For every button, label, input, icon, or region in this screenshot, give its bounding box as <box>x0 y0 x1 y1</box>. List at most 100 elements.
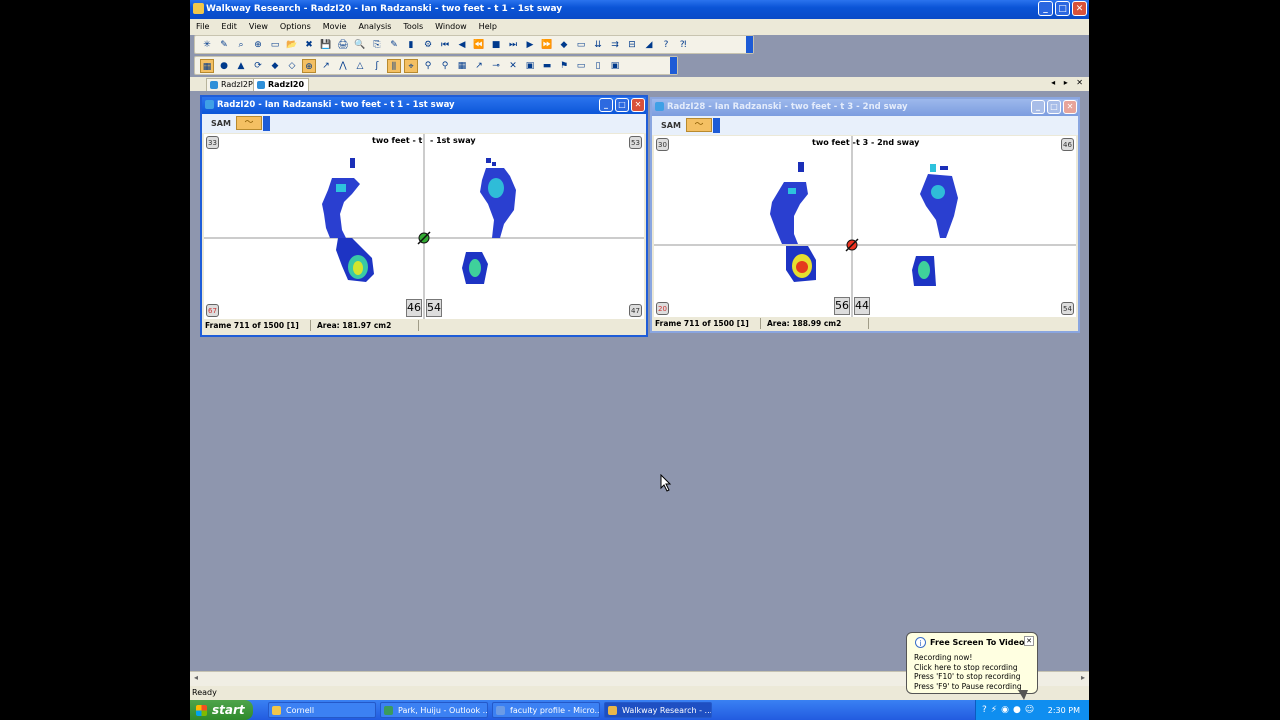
toolbar-grip[interactable] <box>713 118 720 133</box>
toolbar-button-4[interactable]: ⟳ <box>251 59 265 73</box>
toolbar-grip[interactable] <box>670 57 677 74</box>
minimize-button[interactable]: _ <box>1038 1 1053 16</box>
toolbar-button-5[interactable]: ◆ <box>268 59 282 73</box>
toolbar-button-3[interactable]: ⌕ <box>234 38 248 52</box>
maximize-button[interactable]: □ <box>1047 100 1061 114</box>
menu-help[interactable]: Help <box>473 19 503 35</box>
toolbar-button-29[interactable]: ⁈ <box>676 38 690 52</box>
toolbar-button-22[interactable]: ◆ <box>557 38 571 52</box>
menu-options[interactable]: Options <box>274 19 317 35</box>
toolbar-grip[interactable] <box>746 36 753 53</box>
center-of-pressure-marker[interactable] <box>845 238 859 252</box>
pressure-window-1[interactable]: RadzI20 - Ian Radzanski - two feet - t 1… <box>200 95 648 337</box>
close-button[interactable]: ✕ <box>631 98 645 112</box>
toolbar-button-20[interactable]: ▶ <box>523 38 537 52</box>
scroll-right-arrow[interactable]: ▸ <box>1081 673 1085 682</box>
toolbar-button-14[interactable]: ⚲ <box>421 59 435 73</box>
toolbar-button-14[interactable]: ⚙ <box>421 38 435 52</box>
close-icon[interactable]: ✕ <box>1024 636 1034 646</box>
toolbar-button-8[interactable]: 💾 <box>319 38 333 52</box>
center-of-pressure-marker[interactable] <box>417 231 431 245</box>
toolbar-button-7[interactable]: ✖ <box>302 38 316 52</box>
toolbar-button-23[interactable]: ▭ <box>574 59 588 73</box>
toolbar-button-26[interactable]: ⊟ <box>625 38 639 52</box>
toolbar-button-11[interactable]: ⎘ <box>370 38 384 52</box>
pressure-map[interactable]: two feet - t - 1st sway 33 53 67 47 46 5… <box>204 134 644 319</box>
menu-window[interactable]: Window <box>429 19 473 35</box>
menu-analysis[interactable]: Analysis <box>352 19 397 35</box>
toolbar-button-9[interactable]: 🖨 <box>336 38 350 52</box>
toolbar-button-2[interactable]: ● <box>217 59 231 73</box>
toolbar-button-21[interactable]: ▬ <box>540 59 554 73</box>
tray-icons[interactable]: ?⚡◉●☺ <box>982 705 1038 715</box>
toolbar-grip[interactable] <box>263 116 270 131</box>
toolbar-button-16[interactable]: ▦ <box>455 59 469 73</box>
close-button[interactable]: ✕ <box>1072 1 1087 16</box>
toolbar-button-13[interactable]: ▮ <box>404 38 418 52</box>
menu-movie[interactable]: Movie <box>317 19 353 35</box>
recording-notification[interactable]: i Free Screen To Video ✕ Recording now! … <box>906 632 1038 694</box>
scroll-left-arrow[interactable]: ◂ <box>194 673 198 682</box>
waveform-button[interactable]: 〜 <box>236 116 262 130</box>
toolbar-button-24[interactable]: ▯ <box>591 59 605 73</box>
maximize-button[interactable]: □ <box>1055 1 1070 16</box>
pressure-map[interactable]: two feet - t 3 - 2nd sway 30 46 20 54 56… <box>654 136 1076 317</box>
start-button[interactable]: start <box>190 700 253 720</box>
taskbar-item-cornell[interactable]: Cornell <box>268 702 376 718</box>
toolbar-button-8[interactable]: ↗ <box>319 59 333 73</box>
tab-radzi20[interactable]: RadzI20 <box>253 78 310 91</box>
sam-button[interactable]: SAM <box>657 118 685 133</box>
tab-radzi2p[interactable]: RadzI2P <box>206 78 258 91</box>
toolbar-button-7[interactable]: ⊕ <box>302 58 316 73</box>
taskbar-item-word[interactable]: faculty profile - Micro... <box>492 702 600 718</box>
toolbar-button-19[interactable]: ⏭ <box>506 38 520 52</box>
toolbar-button-16[interactable]: ◀ <box>455 38 469 52</box>
toolbar-button-6[interactable]: ◇ <box>285 59 299 73</box>
toolbar-button-15[interactable]: ⚲ <box>438 59 452 73</box>
toolbar-button-25[interactable]: ▣ <box>608 59 622 73</box>
toolbar-button-3[interactable]: ▲ <box>234 59 248 73</box>
toolbar-button-17[interactable]: ⏪ <box>472 38 486 52</box>
toolbar-button-5[interactable]: ▭ <box>268 38 282 52</box>
toolbar-button-27[interactable]: ◢ <box>642 38 656 52</box>
toolbar-button-23[interactable]: ▭ <box>574 38 588 52</box>
toolbar-button-10[interactable]: 🔍 <box>353 38 367 52</box>
tab-scroll-controls[interactable]: ◂ ▸ ✕ <box>1051 78 1086 87</box>
toolbar-button-2[interactable]: ✎ <box>217 38 231 52</box>
menu-edit[interactable]: Edit <box>215 19 243 35</box>
clock[interactable]: 2:30 PM <box>1048 706 1080 715</box>
toolbar-button-19[interactable]: ✕ <box>506 59 520 73</box>
child-title-bar[interactable]: RadzI20 - Ian Radzanski - two feet - t 1… <box>202 97 646 114</box>
child-title-bar[interactable]: RadzI28 - Ian Radzanski - two feet - t 3… <box>652 99 1078 116</box>
toolbar-button-10[interactable]: △ <box>353 59 367 73</box>
menu-tools[interactable]: Tools <box>397 19 429 35</box>
minimize-button[interactable]: _ <box>1031 100 1045 114</box>
minimize-button[interactable]: _ <box>599 98 613 112</box>
menu-file[interactable]: File <box>190 19 215 35</box>
menu-view[interactable]: View <box>243 19 274 35</box>
toolbar-button-17[interactable]: ↗ <box>472 59 486 73</box>
taskbar-item-walkway[interactable]: Walkway Research - ... <box>604 702 712 718</box>
toolbar-button-12[interactable]: ✎ <box>387 38 401 52</box>
taskbar-item-outlook[interactable]: Park, Huiju - Outlook ... <box>380 702 488 718</box>
toolbar-button-20[interactable]: ▣ <box>523 59 537 73</box>
maximize-button[interactable]: □ <box>615 98 629 112</box>
toolbar-button-24[interactable]: ⇊ <box>591 38 605 52</box>
toolbar-button-12[interactable]: ⫼ <box>387 58 401 73</box>
toolbar-button-15[interactable]: ⏮ <box>438 38 452 52</box>
waveform-button[interactable]: 〜 <box>686 118 712 132</box>
toolbar-button-4[interactable]: ⊕ <box>251 38 265 52</box>
toolbar-button-21[interactable]: ⏩ <box>540 38 554 52</box>
close-button[interactable]: ✕ <box>1063 100 1077 114</box>
toolbar-button-22[interactable]: ⚑ <box>557 59 571 73</box>
notification-line[interactable]: Click here to stop recording <box>914 663 1022 673</box>
toolbar-button-13[interactable]: ⌖ <box>404 58 418 73</box>
sam-button[interactable]: SAM <box>207 116 235 131</box>
toolbar-button-1[interactable]: ▦ <box>200 58 214 73</box>
toolbar-button-11[interactable]: ʃ <box>370 59 384 73</box>
toolbar-button-18[interactable]: ⊸ <box>489 59 503 73</box>
toolbar-button-1[interactable]: ✳ <box>200 38 214 52</box>
toolbar-button-25[interactable]: ⇉ <box>608 38 622 52</box>
title-bar[interactable]: Walkway Research - RadzI20 - Ian Radzans… <box>190 0 1089 19</box>
pressure-window-2[interactable]: RadzI28 - Ian Radzanski - two feet - t 3… <box>650 97 1080 333</box>
